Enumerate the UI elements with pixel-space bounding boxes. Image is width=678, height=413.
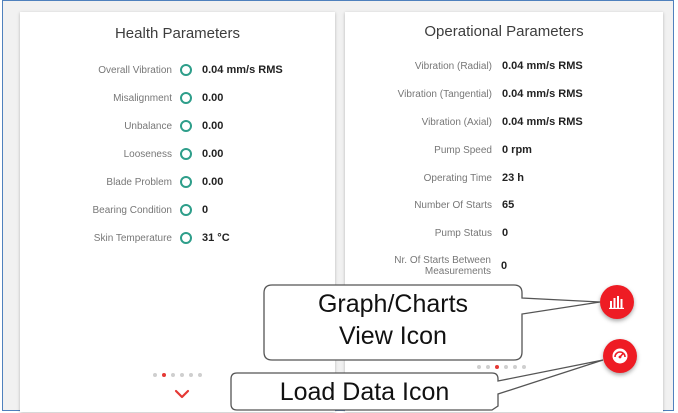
bar-chart-icon [609,296,624,309]
gauge-icon [612,348,628,364]
graph-callout-line2: View Icon [339,322,447,350]
load-data-button[interactable] [603,339,637,373]
graph-charts-view-button[interactable] [600,285,634,319]
graph-callout-text: Graph/Charts View Icon [264,288,522,352]
load-callout-text: Load Data Icon [279,378,450,406]
graph-callout-line1: Graph/Charts [317,290,469,318]
